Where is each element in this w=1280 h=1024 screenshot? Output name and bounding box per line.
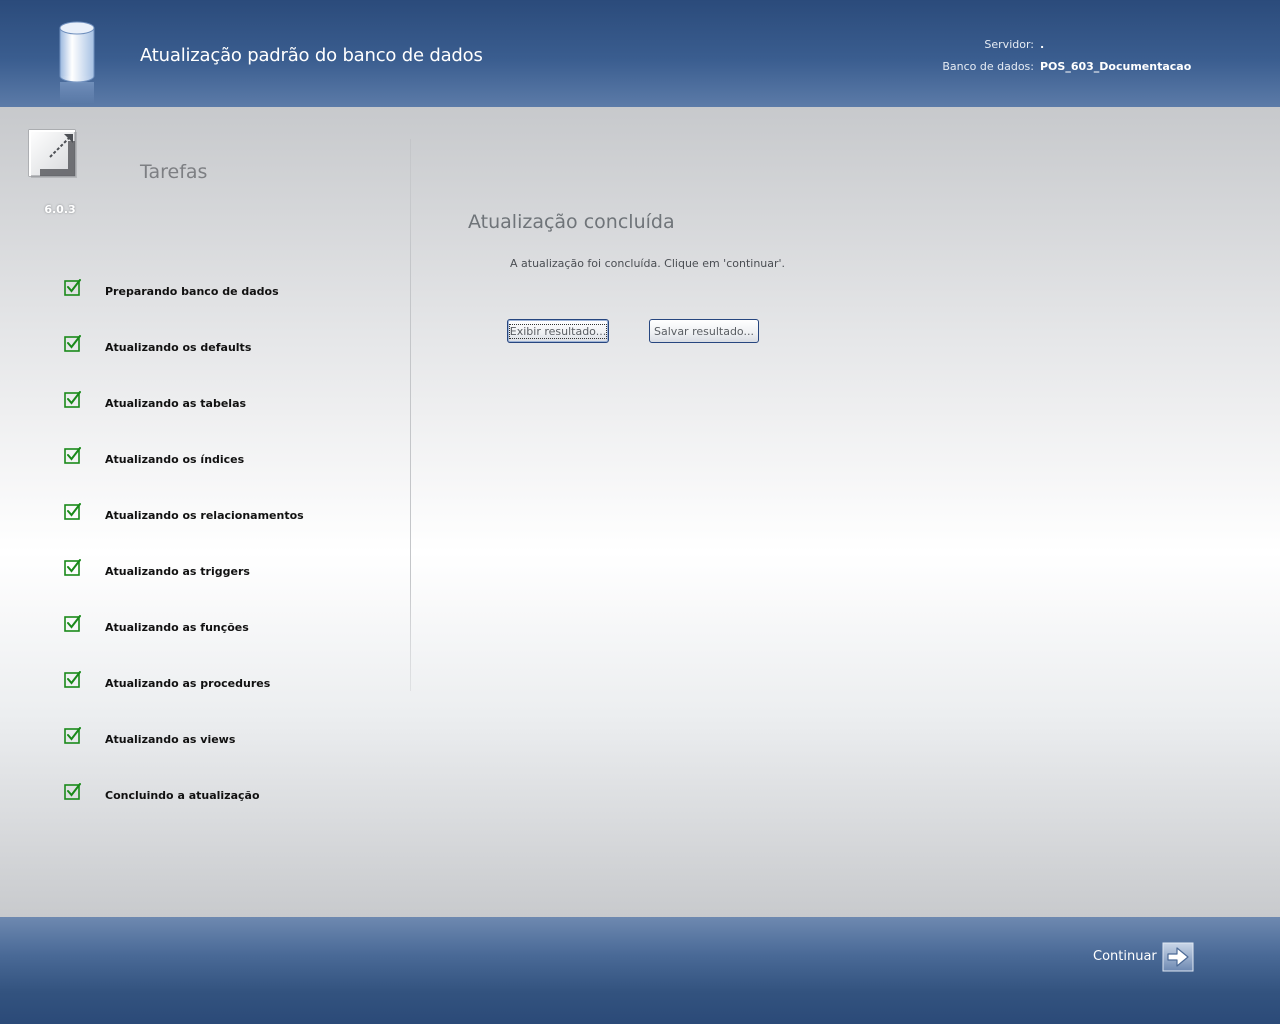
task-label: Concluindo a atualização <box>105 789 260 802</box>
task-item: Preparando banco de dados <box>64 279 384 335</box>
resize-arrow-logo-icon <box>28 129 77 178</box>
server-label: Servidor: <box>984 38 1034 51</box>
panel-divider <box>410 139 411 691</box>
task-item: Atualizando os defaults <box>64 335 384 391</box>
checkbox-checked-icon <box>64 671 81 688</box>
task-item: Atualizando os relacionamentos <box>64 503 384 559</box>
task-item: Atualizando as funções <box>64 615 384 671</box>
page-title: Atualização padrão do banco de dados <box>140 45 483 66</box>
checkbox-checked-icon <box>64 615 81 632</box>
header-bar: Atualização padrão do banco de dados Ser… <box>0 0 1280 107</box>
task-item: Atualizando os índices <box>64 447 384 503</box>
checkbox-checked-icon <box>64 391 81 408</box>
server-value: . <box>1040 38 1045 51</box>
version-label: 6.0.3 <box>44 203 76 216</box>
checkbox-checked-icon <box>64 559 81 576</box>
footer-bar: Continuar <box>0 917 1280 1024</box>
task-label: Preparando banco de dados <box>105 285 279 298</box>
arrow-right-icon[interactable] <box>1162 942 1194 972</box>
checkbox-checked-icon <box>64 447 81 464</box>
task-label: Atualizando os defaults <box>105 341 252 354</box>
database-label: Banco de dados: <box>942 60 1034 73</box>
task-label: Atualizando as triggers <box>105 565 250 578</box>
task-item: Atualizando as views <box>64 727 384 783</box>
task-label: Atualizando as views <box>105 733 236 746</box>
checkbox-checked-icon <box>64 335 81 352</box>
show-result-button[interactable]: Exibir resultado... <box>507 319 609 343</box>
task-item: Atualizando as triggers <box>64 559 384 615</box>
database-value: POS_603_Documentacao <box>1040 60 1192 73</box>
save-result-button[interactable]: Salvar resultado... <box>649 319 759 343</box>
task-item: Atualizando as procedures <box>64 671 384 727</box>
checkbox-checked-icon <box>64 783 81 800</box>
task-item: Concluindo a atualização <box>64 783 384 839</box>
task-label: Atualizando os relacionamentos <box>105 509 304 522</box>
checkbox-checked-icon <box>64 503 81 520</box>
task-list: Preparando banco de dados Atualizando os … <box>64 279 384 839</box>
continue-label[interactable]: Continuar <box>1093 949 1157 964</box>
task-label: Atualizando as procedures <box>105 677 271 690</box>
task-item: Atualizando as tabelas <box>64 391 384 447</box>
task-label: Atualizando as tabelas <box>105 397 247 410</box>
show-result-label: Exibir resultado... <box>508 323 608 339</box>
status-title: Atualização concluída <box>468 211 675 233</box>
task-label: Atualizando as funções <box>105 621 249 634</box>
status-message: A atualização foi concluída. Clique em '… <box>510 257 786 270</box>
checkbox-checked-icon <box>64 279 81 296</box>
tasks-heading: Tarefas <box>140 161 208 183</box>
task-label: Atualizando os índices <box>105 453 245 466</box>
checkbox-checked-icon <box>64 727 81 744</box>
main-area: 6.0.3 Tarefas Preparando banco de dados A… <box>0 107 1280 917</box>
database-cylinder-icon <box>59 21 95 104</box>
